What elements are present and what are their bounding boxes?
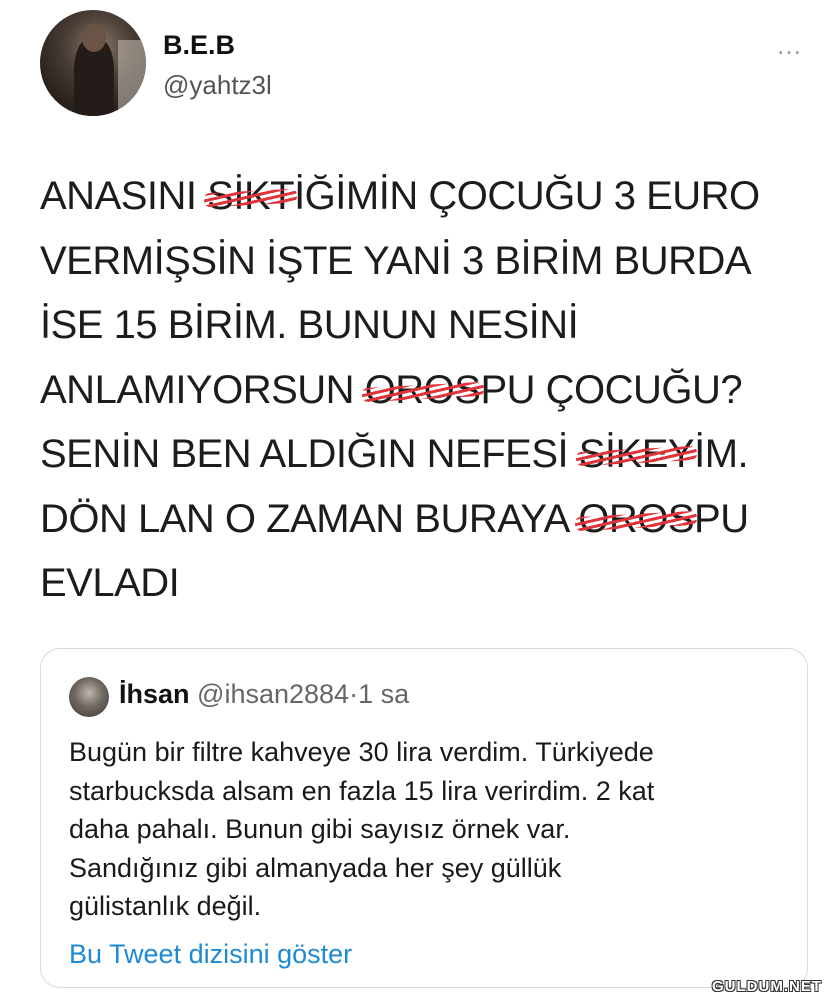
quoted-line: daha pahalı. Bunun gibi sayısız örnek va… (69, 814, 571, 844)
tweet-line: SENİN BEN ALDIĞIN NEFESİ SİKEYİM. (40, 422, 810, 487)
watermark: GULDUM.NET (712, 978, 822, 995)
censored-word: OROS (365, 358, 481, 423)
quoted-header: İhsan @ihsan2884·1 sa (119, 679, 409, 710)
tweet-text: ANASINI SİKTİĞİMİN ÇOCUĞU 3 EURO VERMİŞS… (40, 164, 810, 616)
avatar-background (118, 40, 146, 110)
quoted-author-name[interactable]: İhsan (119, 679, 190, 709)
quoted-separator: · (349, 679, 359, 709)
tweet-line: ANLAMIYORSUN OROSPU ÇOCUĞU? (40, 358, 810, 423)
tweet-line: ANASINI SİKTİĞİMİN ÇOCUĞU 3 EURO (40, 164, 810, 229)
quoted-author-handle[interactable]: @ihsan2884 (197, 679, 349, 709)
censored-word: OROS (578, 487, 694, 552)
tweet-line: DÖN LAN O ZAMAN BURAYA OROSPU (40, 487, 810, 552)
tweet-line: İSE 15 BİRİM. BUNUN NESİNİ (40, 303, 579, 347)
avatar-head (82, 24, 106, 52)
quoted-avatar[interactable] (69, 677, 109, 717)
quoted-line: gülistanlık değil. (69, 891, 262, 921)
quoted-line: starbucksda alsam en fazla 15 lira verir… (69, 775, 655, 806)
censored-word: SİKEY (579, 422, 695, 487)
author-display-name[interactable]: B.E.B (163, 30, 235, 61)
profile-avatar[interactable] (40, 10, 146, 116)
quoted-tweet-card[interactable]: İhsan @ihsan2884·1 sa Bugün bir filtre k… (40, 648, 808, 988)
censored-word: SİKT (207, 164, 294, 229)
author-handle[interactable]: @yahtz3l (163, 70, 272, 101)
show-thread-link[interactable]: Bu Tweet dizisini göster (69, 939, 352, 970)
quoted-line: Sandığınız gibi almanyada her şey güllük (69, 852, 562, 883)
more-options-icon[interactable]: … (776, 30, 803, 61)
quoted-timestamp[interactable]: 1 sa (358, 679, 409, 709)
tweet-line: VERMİŞSİN İŞTE YANİ 3 BİRİM BURDA (40, 238, 752, 283)
tweet-line: EVLADI (40, 561, 180, 605)
quoted-tweet-text: Bugün bir filtre kahveye 30 lira verdim.… (69, 733, 789, 926)
quoted-line: Bugün bir filtre kahveye 30 lira verdim.… (69, 737, 654, 767)
